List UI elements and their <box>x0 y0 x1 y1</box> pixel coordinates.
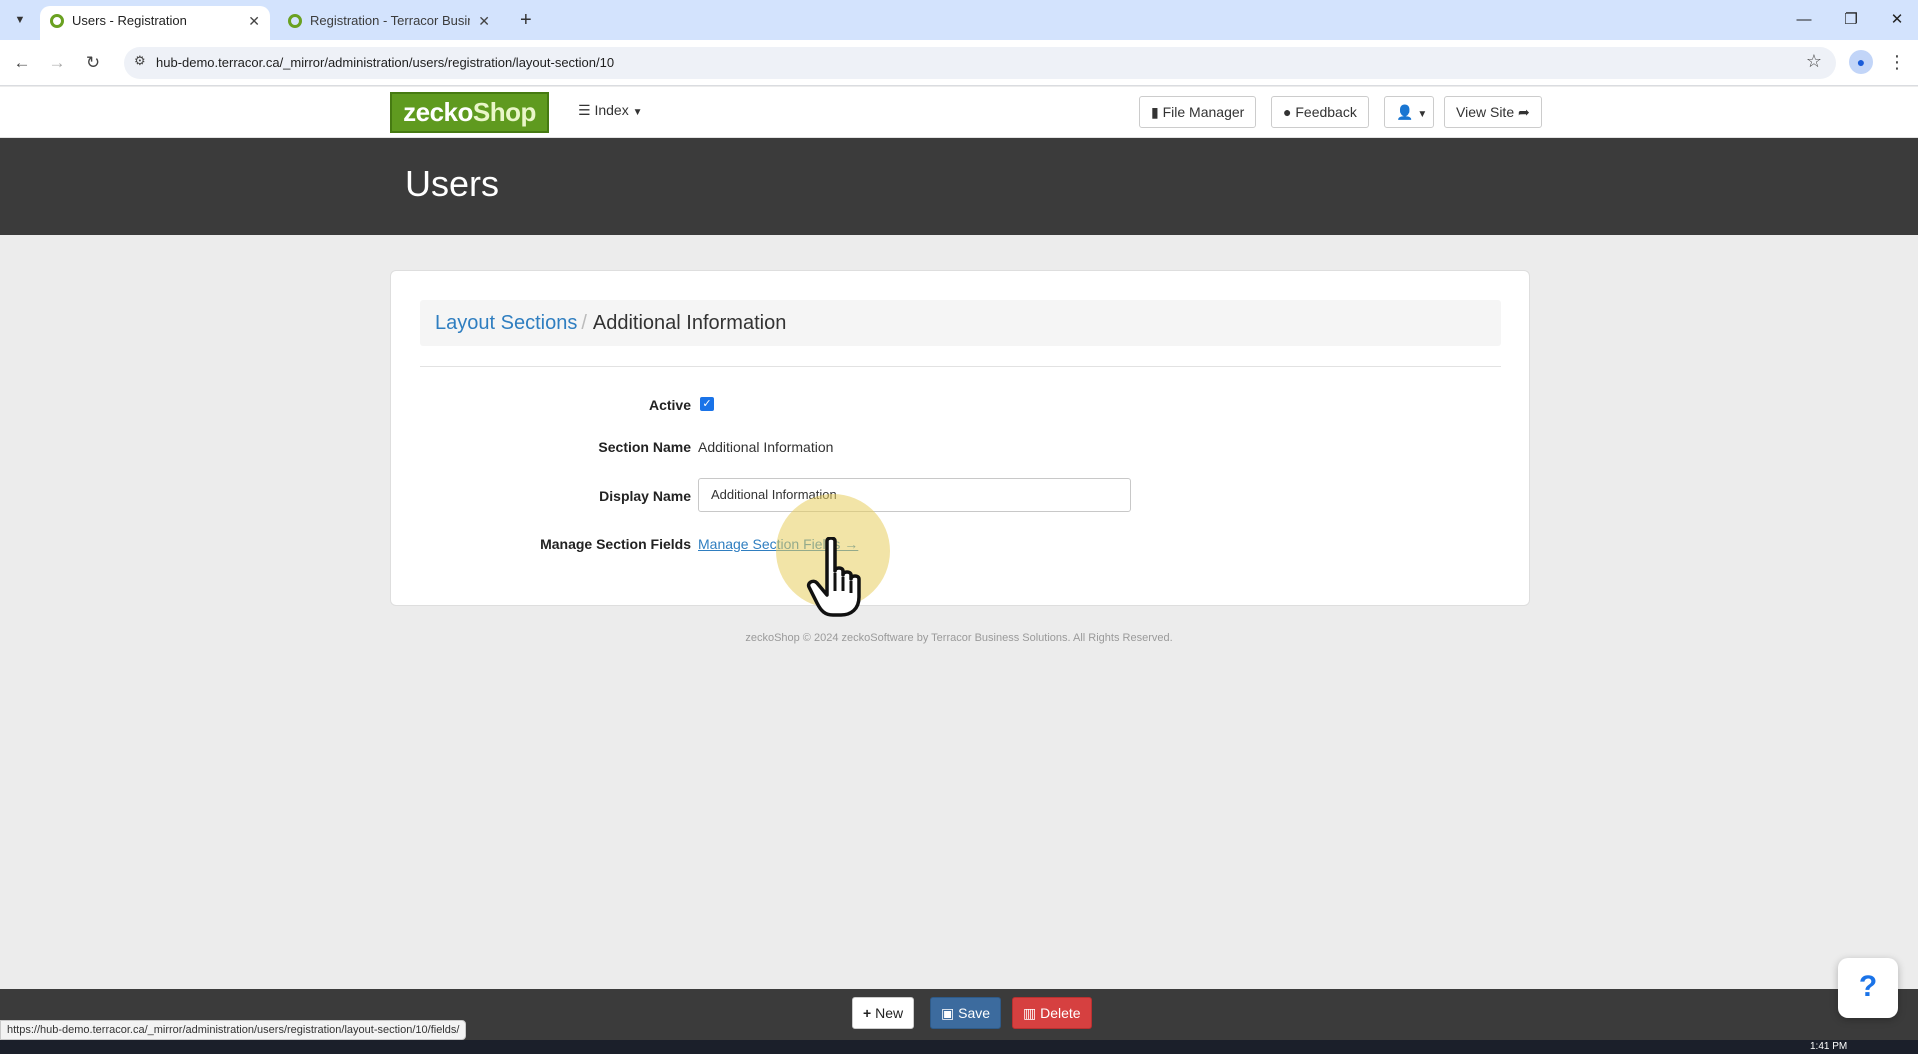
taskbar-clock: 1:41 PM <box>1810 1041 1848 1052</box>
tab-title: Registration - Terracor Business <box>310 13 470 28</box>
back-icon[interactable]: ← <box>9 50 35 76</box>
hand-pointer-icon <box>806 537 861 617</box>
user-menu-button[interactable]: 👤 ▼ <box>1384 96 1434 128</box>
tab-close-icon[interactable]: ✕ <box>478 6 490 36</box>
delete-button[interactable]: ▥ Delete <box>1012 997 1092 1029</box>
view-site-button[interactable]: View Site ➦ <box>1444 96 1542 128</box>
site-info-icon[interactable]: ⚙ <box>134 53 146 69</box>
manage-section-fields-label: Manage Section Fields <box>540 536 691 552</box>
lightbulb-icon: ● <box>1283 104 1292 120</box>
footer-copyright: zeckoShop © 2024 zeckoSoftware by Terrac… <box>745 632 1173 644</box>
save-label: Save <box>958 1005 991 1021</box>
breadcrumb: Layout Sections / Additional Information <box>420 300 1501 346</box>
window-close-icon[interactable]: ✕ <box>1882 8 1912 32</box>
logo-shop: Shop <box>472 97 537 127</box>
feedback-label: Feedback <box>1295 104 1357 120</box>
plus-icon: + <box>863 1005 872 1021</box>
restore-icon[interactable]: ❐ <box>1836 8 1866 32</box>
breadcrumb-layout-sections[interactable]: Layout Sections <box>435 312 577 334</box>
new-label: New <box>875 1005 904 1021</box>
os-taskbar <box>0 1040 1918 1054</box>
browser-toolbar: ← → ↻ ⚙ hub-demo.terracor.ca/_mirror/adm… <box>0 40 1918 86</box>
display-name-label: Display Name <box>599 488 691 504</box>
breadcrumb-separator: / <box>581 312 587 334</box>
address-url[interactable]: hub-demo.terracor.ca/_mirror/administrat… <box>156 55 614 70</box>
new-button[interactable]: + New <box>852 997 915 1029</box>
zeckoshop-logo[interactable]: zeckoShop <box>390 92 549 133</box>
user-icon: 👤 <box>1396 104 1414 120</box>
tab-search-icon[interactable]: ▼ <box>10 10 30 30</box>
breadcrumb-current: Additional Information <box>592 312 787 334</box>
share-arrow-icon: ➦ <box>1518 104 1530 120</box>
feedback-button[interactable]: ● Feedback <box>1271 96 1369 128</box>
address-bar[interactable]: ⚙ hub-demo.terracor.ca/_mirror/administr… <box>124 47 1836 79</box>
favicon-icon <box>288 14 302 28</box>
forward-icon[interactable]: → <box>44 50 70 76</box>
delete-label: Delete <box>1040 1005 1081 1021</box>
reload-icon[interactable]: ↻ <box>80 50 106 76</box>
new-tab-button[interactable]: + <box>520 8 532 32</box>
caret-down-icon: ▼ <box>632 107 643 118</box>
tab-users-registration[interactable]: Users - Registration ✕ <box>40 6 270 40</box>
browser-tabstrip: ▼ Users - Registration ✕ Registration - … <box>0 0 1918 40</box>
divider <box>420 366 1501 367</box>
caret-down-icon: ▼ <box>1417 109 1428 120</box>
layout-section-card: Layout Sections / Additional Information A… <box>390 270 1530 606</box>
app-header: zeckoShop ☰ Index ▼ ▮ File Manager ● Fee… <box>0 87 1918 138</box>
status-bar-url: https://hub-demo.terracor.ca/_mirror/adm… <box>0 1020 467 1040</box>
section-name-label: Section Name <box>598 439 691 455</box>
file-manager-label: File Manager <box>1162 104 1245 120</box>
save-button[interactable]: ▣ Save <box>930 997 1002 1029</box>
logo-zecko: zecko <box>403 97 473 127</box>
favicon-icon <box>50 14 64 28</box>
file-icon: ▮ <box>1151 104 1159 120</box>
section-name-value: Additional Information <box>698 439 834 455</box>
tab-close-icon[interactable]: ✕ <box>248 6 260 36</box>
active-label: Active <box>648 397 691 413</box>
trash-icon: ▥ <box>1023 1005 1037 1021</box>
tab-title: Users - Registration <box>72 13 187 28</box>
list-icon: ☰ <box>578 102 591 118</box>
browser-menu-icon[interactable]: ⋮ <box>1888 50 1906 74</box>
profile-avatar-icon[interactable]: ● <box>1849 50 1873 74</box>
title-band: Users <box>0 138 1918 235</box>
bookmark-star-icon[interactable]: ☆ <box>1806 51 1822 72</box>
help-button[interactable]: ? <box>1838 958 1898 1018</box>
index-menu[interactable]: ☰ Index ▼ <box>578 102 643 119</box>
active-checkbox[interactable]: ✓ <box>700 397 714 411</box>
floppy-disk-icon: ▣ <box>941 1005 955 1021</box>
minimize-icon[interactable]: — <box>1789 8 1819 32</box>
display-name-input[interactable]: Additional Information <box>698 478 1131 512</box>
view-site-label: View Site <box>1456 104 1515 120</box>
file-manager-button[interactable]: ▮ File Manager <box>1139 96 1257 128</box>
tab-registration-terracor[interactable]: Registration - Terracor Business ✕ <box>278 6 500 40</box>
page-title: Users <box>405 163 500 204</box>
index-label: Index <box>594 102 629 118</box>
